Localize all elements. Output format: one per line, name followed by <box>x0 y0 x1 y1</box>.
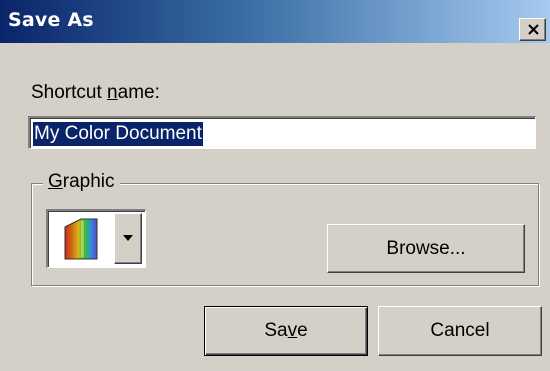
save-label-prefix: Sa <box>264 320 288 341</box>
shortcut-label-suffix: ame: <box>117 82 160 103</box>
cancel-button[interactable]: Cancel <box>378 306 542 356</box>
shortcut-name-value: My Color Document <box>33 122 203 146</box>
dropdown-arrow-icon <box>123 235 133 241</box>
save-button[interactable]: Save <box>204 306 368 356</box>
graphic-legend-suffix: raphic <box>62 171 115 192</box>
shortcut-label-prefix: Shortcut <box>31 82 108 103</box>
title-bar[interactable]: Save As <box>0 0 550 43</box>
dialog-title: Save As <box>8 9 94 31</box>
browse-button[interactable]: Browse... <box>327 224 525 273</box>
graphic-icon-dropdown[interactable] <box>46 209 146 268</box>
close-icon <box>528 24 539 35</box>
save-label-suffix: e <box>297 320 308 341</box>
shortcut-name-label: Shortcut name: <box>31 82 160 104</box>
graphic-legend-accel: G <box>48 171 63 192</box>
color-document-icon <box>64 218 98 260</box>
graphic-group-label: Graphic <box>43 171 120 193</box>
save-label-accel: v <box>287 320 298 341</box>
shortcut-name-input[interactable]: My Color Document <box>28 116 536 149</box>
dropdown-arrow-button[interactable] <box>114 213 142 264</box>
shortcut-label-accel: n <box>107 82 118 103</box>
close-button[interactable] <box>519 18 546 41</box>
